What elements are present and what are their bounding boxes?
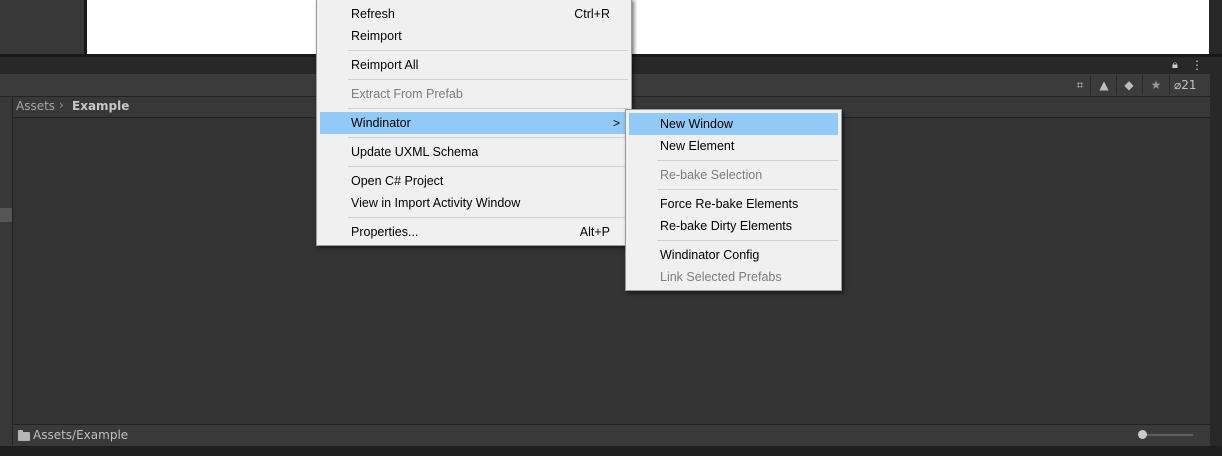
bottom-edge: [0, 446, 1222, 456]
menu-separator: [348, 137, 628, 138]
menu-separator: [657, 189, 838, 190]
star-icon[interactable]: ★: [1148, 78, 1164, 92]
folder-tree-scrollbar[interactable]: [0, 208, 12, 222]
menu-item-label: View in Import Activity Window: [351, 196, 521, 210]
menu-item-label: Link Selected Prefabs: [660, 270, 782, 284]
menu-item-label: Extract From Prefab: [351, 87, 463, 101]
zoom-slider-handle[interactable]: [1138, 430, 1147, 439]
menu-separator: [348, 166, 628, 167]
scene-view[interactable]: [87, 0, 1209, 54]
menu-item-reimport-all[interactable]: Reimport All: [320, 54, 628, 76]
menu-item-link-selected-prefabs: Link Selected Prefabs: [629, 266, 838, 288]
menu-item-label: Reimport All: [351, 58, 419, 72]
menu-item-properties[interactable]: Properties... Alt+P: [320, 221, 628, 243]
more-options-icon[interactable]: ⋮: [1191, 58, 1203, 72]
context-menu: Refresh Ctrl+R Reimport Reimport All Ext…: [316, 0, 632, 246]
menu-separator: [657, 160, 838, 161]
menu-item-extract-from-prefab: Extract From Prefab: [320, 83, 628, 105]
menu-item-open-csharp-project[interactable]: Open C# Project: [320, 170, 628, 192]
menu-separator: [348, 108, 628, 109]
windinator-submenu: New Window New Element Re-bake Selection…: [625, 109, 842, 291]
label-icon[interactable]: ◆: [1121, 78, 1137, 92]
scene-side-panel: [0, 0, 85, 54]
menu-separator: [348, 79, 628, 80]
menu-item-label: Re-bake Selection: [660, 168, 763, 182]
menu-item-label: Refresh: [351, 7, 395, 21]
hidden-packages-count: 21: [1181, 78, 1197, 92]
menu-item-label: Reimport: [351, 29, 402, 43]
menu-item-label: Open C# Project: [351, 174, 444, 188]
menu-item-shortcut: Alt+P: [579, 225, 610, 239]
menu-item-windinator-config[interactable]: Windinator Config: [629, 244, 838, 266]
menu-item-label: Force Re-bake Elements: [660, 197, 799, 211]
menu-item-shortcut: Ctrl+R: [574, 7, 610, 21]
toolbar-separator: [1090, 75, 1091, 95]
menu-item-label: Re-bake Dirty Elements: [660, 219, 792, 233]
menu-item-label: New Window: [660, 117, 733, 131]
menu-separator: [348, 217, 628, 218]
toolbar-separator: [1142, 75, 1143, 95]
menu-item-reimport[interactable]: Reimport: [320, 25, 628, 47]
search-by-type-icon[interactable]: ▲: [1096, 78, 1112, 92]
folder-tree-pane[interactable]: [0, 97, 13, 445]
status-bar: Assets/Example: [13, 424, 1210, 446]
menu-item-refresh[interactable]: Refresh Ctrl+R: [320, 3, 628, 25]
menu-item-update-uxml-schema[interactable]: Update UXML Schema: [320, 141, 628, 163]
menu-item-label: Windinator: [351, 116, 411, 130]
chevron-right-icon: >: [612, 116, 620, 130]
search-by-type-icon[interactable]: ⌗: [1072, 78, 1088, 92]
folder-icon: [18, 430, 30, 441]
menu-item-force-rebake[interactable]: Force Re-bake Elements: [629, 193, 838, 215]
breadcrumb-root[interactable]: Assets: [16, 99, 55, 113]
toolbar-separator: [1116, 75, 1117, 95]
menu-item-rebake-selection: Re-bake Selection: [629, 164, 838, 186]
menu-item-rebake-dirty[interactable]: Re-bake Dirty Elements: [629, 215, 838, 237]
scene-right-edge: [1209, 0, 1222, 56]
menu-item-label: Windinator Config: [660, 248, 760, 262]
menu-item-label: Update UXML Schema: [351, 145, 479, 159]
menu-item-label: New Element: [660, 139, 735, 153]
menu-item-new-window[interactable]: New Window: [629, 113, 838, 135]
menu-item-view-import-activity[interactable]: View in Import Activity Window: [320, 192, 628, 214]
toolbar-separator: [1169, 75, 1170, 95]
right-edge-panel: [1210, 57, 1222, 456]
menu-item-new-element[interactable]: New Element: [629, 135, 838, 157]
menu-item-label: Properties...: [351, 225, 419, 239]
menu-separator: [657, 240, 838, 241]
breadcrumb-current[interactable]: Example: [72, 99, 129, 113]
zoom-slider[interactable]: [1145, 434, 1193, 436]
hidden-packages-toggle[interactable]: ⌀21: [1174, 78, 1197, 92]
status-path: Assets/Example: [33, 428, 129, 442]
menu-item-windinator[interactable]: Windinator >: [320, 112, 628, 134]
lock-icon[interactable]: 🔒︎: [1172, 59, 1182, 71]
chevron-right-icon: ›: [59, 98, 64, 112]
menu-separator: [348, 50, 628, 51]
